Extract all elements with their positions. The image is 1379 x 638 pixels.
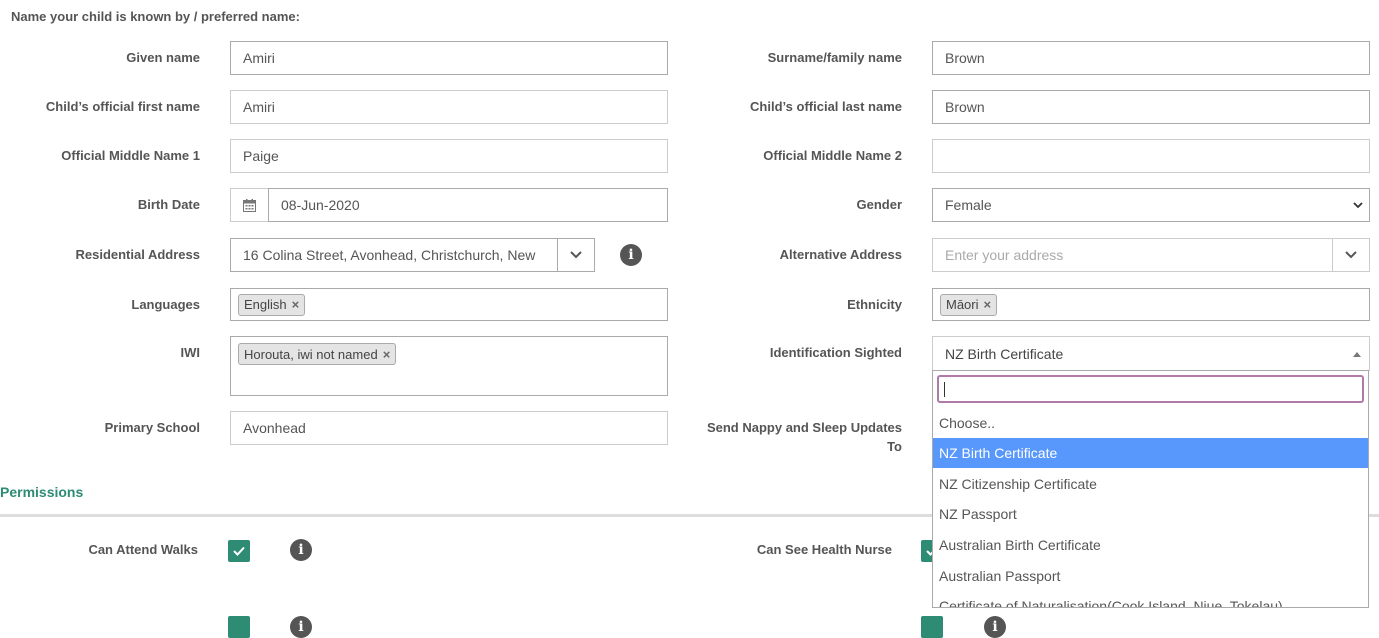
surname-label: Surname/family name — [767, 50, 902, 65]
middle-name-1-input[interactable]: Paige — [230, 139, 668, 173]
remove-tag-icon[interactable]: × — [383, 347, 391, 362]
middle-name-1-label: Official Middle Name 1 — [61, 148, 200, 163]
info-icon[interactable]: i — [290, 539, 312, 561]
can-see-health-nurse-label: Can See Health Nurse — [756, 542, 892, 557]
permission-checkbox[interactable] — [228, 616, 250, 638]
alternative-address-select[interactable]: Enter your address — [932, 238, 1370, 272]
gender-label: Gender — [856, 197, 902, 212]
primary-school-input[interactable]: Avonhead — [230, 411, 668, 445]
given-name-label: Given name — [126, 50, 200, 65]
official-last-name-input[interactable]: Brown — [932, 90, 1370, 124]
chevron-down-icon — [1353, 202, 1363, 209]
dropdown-option[interactable]: NZ Passport — [933, 499, 1368, 529]
languages-label: Languages — [131, 297, 200, 312]
remove-tag-icon[interactable]: × — [984, 297, 992, 312]
dropdown-option[interactable]: Australian Passport — [933, 561, 1368, 591]
chevron-up-icon — [1353, 352, 1361, 357]
middle-name-2-input[interactable] — [932, 139, 1370, 173]
info-icon[interactable]: i — [620, 244, 642, 266]
iwi-label: IWI — [180, 345, 201, 360]
surname-input[interactable]: Brown — [932, 41, 1370, 75]
language-tag: English × — [238, 293, 306, 316]
dropdown-search-input[interactable] — [937, 375, 1364, 403]
permission-checkbox[interactable] — [921, 616, 943, 638]
birth-date-input[interactable]: 08-Jun-2020 — [268, 188, 668, 222]
given-name-input[interactable]: Amiri — [230, 41, 668, 75]
section-heading: Name your child is known by / preferred … — [11, 9, 300, 24]
iwi-multiselect[interactable]: Horouta, iwi not named × — [230, 336, 668, 396]
dropdown-option[interactable]: Choose.. — [933, 408, 1368, 438]
identification-dropdown: Choose.. NZ Birth Certificate NZ Citizen… — [932, 370, 1369, 608]
remove-tag-icon[interactable]: × — [292, 297, 300, 312]
identification-label: Identification Sighted — [769, 345, 902, 360]
can-attend-walks-label: Can Attend Walks — [88, 542, 198, 557]
ethnicity-label: Ethnicity — [847, 297, 902, 312]
alternative-address-label: Alternative Address — [779, 247, 902, 262]
can-attend-walks-checkbox[interactable] — [228, 540, 250, 562]
dropdown-option[interactable]: Certificate of Naturalisation(Cook Islan… — [933, 591, 1368, 607]
identification-select[interactable]: NZ Birth Certificate — [932, 336, 1370, 371]
residential-address-select[interactable]: 16 Colina Street, Avonhead, Christchurch… — [230, 238, 595, 272]
languages-multiselect[interactable]: English × — [230, 288, 668, 321]
chevron-down-icon[interactable] — [557, 239, 594, 271]
gender-select[interactable]: Female — [932, 188, 1370, 222]
calendar-icon[interactable] — [230, 188, 269, 222]
birth-date-label: Birth Date — [137, 197, 200, 212]
middle-name-2-label: Official Middle Name 2 — [763, 148, 902, 163]
ethnicity-tag: Māori × — [940, 293, 998, 316]
info-icon[interactable]: i — [290, 616, 312, 638]
residential-address-label: Residential Address — [75, 247, 200, 262]
permissions-heading: Permissions — [0, 484, 84, 500]
iwi-tag: Horouta, iwi not named × — [238, 343, 397, 365]
official-first-name-label: Child’s official first name — [45, 99, 200, 114]
nappy-updates-label: Send Nappy and Sleep Updates To — [706, 420, 902, 454]
primary-school-label: Primary School — [104, 420, 200, 435]
official-first-name-input[interactable]: Amiri — [230, 90, 668, 124]
chevron-down-icon[interactable] — [1332, 239, 1369, 271]
info-icon[interactable]: i — [984, 616, 1006, 638]
dropdown-option[interactable]: NZ Citizenship Certificate — [933, 469, 1368, 499]
dropdown-option[interactable]: Australian Birth Certificate — [933, 530, 1368, 560]
ethnicity-multiselect[interactable]: Māori × — [932, 288, 1370, 321]
official-last-name-label: Child’s official last name — [750, 99, 902, 114]
dropdown-option-selected[interactable]: NZ Birth Certificate — [933, 438, 1368, 468]
